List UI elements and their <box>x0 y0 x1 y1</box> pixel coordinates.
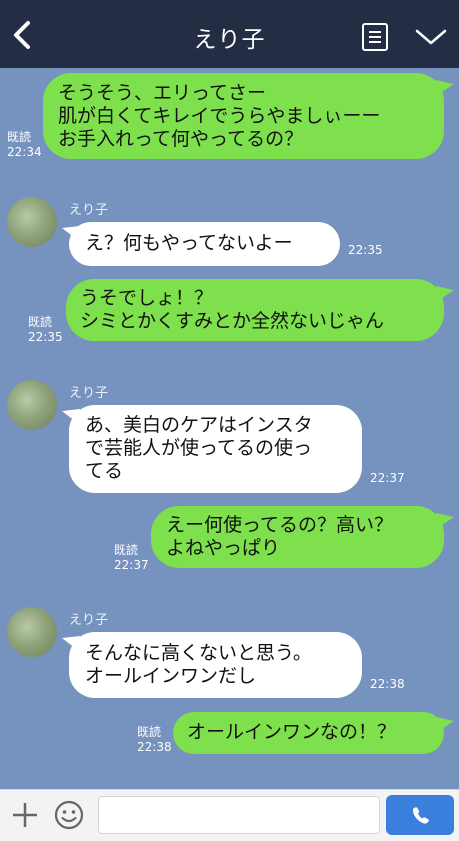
bubble-tail <box>436 80 454 96</box>
sender-name: えり子 <box>69 613 109 628</box>
message-bubble-sent[interactable]: えー何使ってるの？高い？ よねやっぱり <box>151 506 444 568</box>
message-time: 22:35 <box>348 243 383 257</box>
message-input[interactable] <box>98 796 380 834</box>
chat-title: えり子 <box>193 27 266 53</box>
message-time: 22:38 <box>370 677 405 691</box>
read-status: 既読 22:34 <box>7 130 42 159</box>
chevron-down-icon[interactable] <box>414 26 448 48</box>
read-status: 既読 22:35 <box>28 315 63 344</box>
input-bar <box>0 789 459 841</box>
chat-header: えり子 <box>0 0 459 68</box>
bubble-tail <box>436 513 454 529</box>
message-bubble-received[interactable]: え？何もやってないよー <box>69 222 340 266</box>
read-status: 既読 22:38 <box>137 725 172 754</box>
plus-icon[interactable] <box>10 800 40 830</box>
sender-name: えり子 <box>69 203 109 218</box>
sender-name: えり子 <box>69 386 109 401</box>
phone-icon <box>412 807 429 824</box>
notes-icon[interactable] <box>361 22 389 52</box>
message-bubble-sent[interactable]: オールインワンなの！？ <box>173 712 444 754</box>
message-bubble-received[interactable]: そんなに高くないと思う。 オールインワンだし <box>69 632 362 698</box>
avatar[interactable] <box>7 607 57 657</box>
message-bubble-sent[interactable]: うそでしょ！？ シミとかくすみとか全然ないじゃん <box>66 279 444 341</box>
bubble-tail <box>436 286 454 302</box>
avatar[interactable] <box>7 197 57 247</box>
message-time: 22:37 <box>370 471 405 485</box>
read-status: 既読 22:37 <box>114 543 149 572</box>
avatar[interactable] <box>7 380 57 430</box>
message-bubble-sent[interactable]: そうそう、エリってさー 肌が白くてキレイでうらやましぃーー お手入れって何やって… <box>43 73 444 159</box>
call-button[interactable] <box>386 795 454 835</box>
message-bubble-received[interactable]: あ、美白のケアはインスタ で芸能人が使ってるの使っ てる <box>69 405 362 493</box>
smiley-icon[interactable] <box>53 799 85 831</box>
bubble-tail <box>436 717 454 733</box>
